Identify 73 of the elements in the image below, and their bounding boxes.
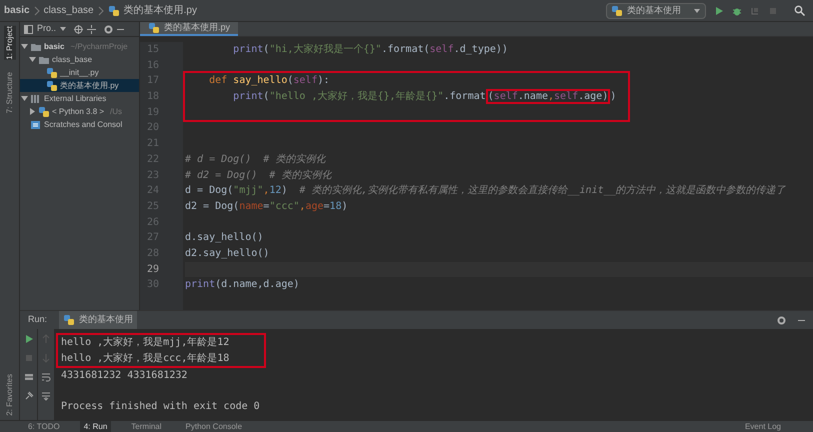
code-line: print("hi,大家好我是一个{}".format(self.d_type)) <box>232 42 509 57</box>
caret-icon <box>693 8 701 14</box>
tool-window-tab[interactable]: 6: TODO <box>24 420 64 432</box>
highlight-box: (self.name,self.age) <box>486 89 610 104</box>
stop-icon <box>768 6 778 16</box>
run-configuration-dropdown[interactable]: 类的基本使用 <box>606 2 706 18</box>
scroll-to-end-icon <box>41 391 51 401</box>
target-icon <box>74 24 84 34</box>
chevron-icon <box>34 6 40 16</box>
folder-icon <box>38 54 50 65</box>
pin-icon <box>24 391 34 401</box>
tool-window-tab[interactable]: Terminal <box>127 420 166 432</box>
output-line: hello ,大家好，我是ccc,年龄是18 <box>60 352 230 366</box>
view-dropdown[interactable]: Pro.. <box>37 22 56 36</box>
code-line: d = Dog("mjj",12) # 类的实例化,实例化带有私有属性，这里的参数会直接传给__init__的方法中，这就是函数中参数的传递了 <box>185 184 787 198</box>
line-number: 29 <box>146 262 159 277</box>
chevron-icon <box>98 6 104 16</box>
soft-wrap-icon <box>41 372 51 382</box>
code-line: # d = Dog() # 类的实例化 <box>185 152 327 167</box>
tree-item[interactable]: 类的基本使用.py <box>20 79 139 92</box>
run-icon <box>24 334 34 344</box>
panel-label: Run: <box>28 313 48 326</box>
python-logo-icon <box>38 106 50 118</box>
python-file-icon <box>46 66 58 78</box>
bug-icon <box>732 6 742 16</box>
tree-item[interactable]: Scratches and Consol <box>20 118 139 131</box>
search-icon <box>794 5 805 16</box>
down-arrow-icon <box>41 353 51 363</box>
output-line: 4331681232 4331681232 <box>60 369 188 383</box>
code-line: # d2 = Dog() # 类的实例化 <box>185 168 333 182</box>
code-line: d2.say_hello() <box>185 246 270 261</box>
expanded-arrow-icon <box>21 95 28 102</box>
python-file-icon <box>148 22 160 34</box>
collapsed-arrow-icon <box>29 108 36 115</box>
scratch-icon <box>30 118 42 130</box>
path-hint: /Us <box>110 106 122 118</box>
run-icon <box>714 6 724 16</box>
collapse-icon <box>87 24 96 34</box>
editor-tab[interactable]: 类的基本使用.py <box>140 22 238 36</box>
caret-icon <box>60 26 66 32</box>
python-file-icon <box>63 314 76 326</box>
code-line: d.say_hello() <box>185 231 264 246</box>
tool-window-tab[interactable]: 4: Run <box>80 420 112 432</box>
stop-icon <box>24 353 34 363</box>
tree-item[interactable]: basic ~/PycharmProje <box>20 40 139 53</box>
breadcrumb-item[interactable]: 类的基本使用.py <box>124 3 197 18</box>
breadcrumb-item[interactable]: class_base <box>44 3 94 18</box>
folder-icon <box>30 41 42 52</box>
python-file-icon <box>108 4 120 16</box>
python-file-icon <box>611 4 623 16</box>
breadcrumb-item[interactable]: basic <box>4 3 30 18</box>
library-icon <box>30 93 42 104</box>
tool-window-tab[interactable]: 2: Favorites <box>4 374 16 416</box>
tool-window-tab[interactable]: Python Console <box>182 420 246 432</box>
path-hint: ~/PycharmProje <box>70 40 128 52</box>
layout-icon <box>24 372 34 382</box>
up-arrow-icon <box>41 334 51 344</box>
code-line: print(d.name,d.age) <box>185 278 300 292</box>
tree-item[interactable]: class_base <box>20 53 139 66</box>
output-line: Process finished with exit code 0 <box>60 400 261 414</box>
code-line: d2 = Dog(name="ccc",age=18) <box>185 200 349 214</box>
tree-item[interactable]: < Python 3.8 > /Us <box>20 105 139 118</box>
code-line: print("hello ,大家好，我是{},年龄是{}".format (self.name,self.age) ) <box>232 89 616 105</box>
code-line: def say_hello(self): <box>208 74 331 88</box>
tree-item[interactable]: __init__.py <box>20 66 139 79</box>
python-file-icon <box>46 80 58 92</box>
event-log-button[interactable]: Event Log <box>744 420 781 432</box>
tree-item[interactable]: External Libraries <box>20 92 139 105</box>
tool-window-tab[interactable]: 7: Structure <box>4 72 16 114</box>
panel-icon <box>24 24 33 34</box>
output-line: hello ,大家好，我是mjj,年龄是12 <box>60 336 230 350</box>
tool-window-tab[interactable]: 1: Project <box>4 26 16 60</box>
run-tab[interactable]: 类的基本使用 <box>59 311 138 329</box>
